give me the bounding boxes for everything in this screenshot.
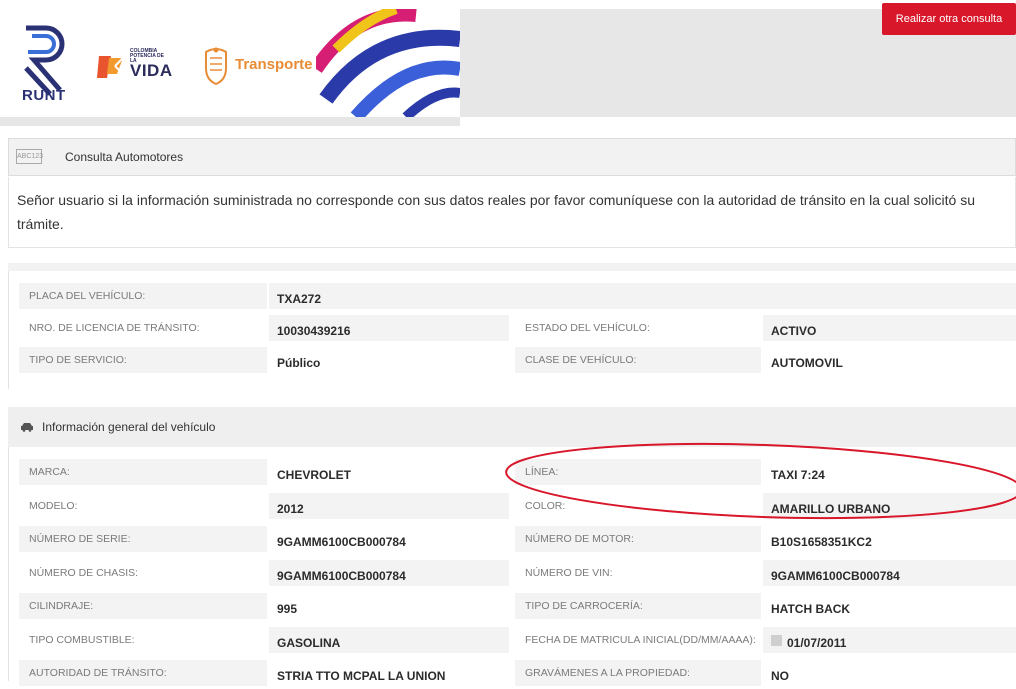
section-title: Información general del vehículo (42, 420, 216, 434)
field-label: MARCA: (29, 466, 70, 478)
page-title: Consulta Automotores (65, 150, 184, 164)
field-label: NÚMERO DE CHASIS: (29, 566, 139, 579)
table-row: AUTORIDAD DE TRÁNSITO: STRIA TTO MCPAL LA… (19, 660, 1016, 686)
field-value: AMARILLO URBANO (771, 501, 891, 516)
table-row: MODELO: 2012 COLOR: AMARILLO URBANO (19, 492, 1016, 519)
field-value: TXA272 (277, 292, 322, 306)
runt-label: RUNT (22, 87, 66, 104)
field-label: NRO. DE LICENCIA DE TRÁNSITO: (29, 322, 200, 334)
field-label: PLACA DEL VEHÍCULO: (29, 290, 146, 302)
table-row: MARCA: CHEVROLET LÍNEA: TAXI 7:24 (19, 459, 1016, 485)
field-value: Público (277, 356, 321, 370)
field-value: CHEVROLET (277, 468, 352, 482)
field-value: 995 (277, 602, 298, 616)
calendar-icon (771, 634, 782, 646)
car-icon (21, 423, 33, 432)
field-label: TIPO DE CARROCERÍA: (525, 600, 643, 612)
table-row: CILINDRAJE: 995 TIPO DE CARROCERÍA: HATCH B… (19, 593, 1016, 619)
field-value: ACTIVO (771, 324, 817, 338)
notice-text: Señor usuario si la información suminist… (17, 192, 975, 232)
header-band (0, 117, 460, 126)
field-label: ESTADO DEL VEHÍCULO: (525, 322, 650, 334)
table-row: NRO. DE LICENCIA DE TRÁNSITO: 1003043921… (19, 315, 1016, 341)
field-value: GASOLINA (277, 635, 341, 650)
consult-bar: ABC123 Consulta Automotores (8, 138, 1016, 176)
table-row: TIPO COMBUSTIBLE: GASOLINA FECHA DE MATRIC… (19, 626, 1016, 653)
field-value: 2012 (277, 501, 304, 516)
field-value: 9GAMM6100CB000784 (771, 568, 900, 583)
field-value: 01/07/2011 (787, 635, 847, 650)
notice-panel: Señor usuario si la información suminist… (8, 177, 1016, 248)
field-label: NÚMERO DE MOTOR: (525, 533, 634, 545)
field-label: CLASE DE VEHÍCULO: (525, 354, 637, 366)
field-label: LÍNEA: (525, 466, 559, 478)
field-value: TAXI 7:24 (771, 468, 825, 482)
table-row: NÚMERO DE CHASIS: 9GAMM6100CB000784 NÚMERO… (19, 559, 1016, 586)
site-header: RUNT COLOMBIA POTENCIA DE LA VIDA Transp… (0, 0, 1016, 126)
field-value: 10030439216 (277, 324, 351, 338)
field-label: FECHA DE MATRICULA INICIAL(DD/MM/AAAA): (525, 633, 756, 646)
coat-of-arms-icon (205, 47, 227, 86)
general-info-table: MARCA: CHEVROLET LÍNEA: TAXI 7:24 MODELO: 201… (8, 447, 1016, 686)
general-info-header[interactable]: Información general del vehículo (8, 407, 1016, 447)
field-value: NO (771, 669, 789, 683)
new-query-button[interactable]: Realizar otra consulta (882, 3, 1016, 35)
field-label: GRAVÁMENES A LA PROPIEDAD: (525, 667, 690, 679)
field-value: STRIA TTO MCPAL LA UNION (277, 669, 446, 683)
transporte-label: Transporte (235, 56, 313, 73)
vida-label: VIDA (130, 61, 173, 80)
table-row: PLACA DEL VEHÍCULO: TXA272 (19, 283, 1016, 309)
field-value: B10S1658351KC2 (771, 535, 872, 549)
field-value: AUTOMOVIL (771, 356, 843, 370)
field-label: MODELO: (29, 499, 78, 512)
field-value: 9GAMM6100CB000784 (277, 568, 406, 583)
field-label: CILINDRAJE: (29, 600, 94, 612)
field-label: COLOR: (525, 499, 566, 512)
summary-table: PLACA DEL VEHÍCULO: TXA272 NRO. DE LICEN… (8, 271, 1016, 389)
field-label: TIPO COMBUSTIBLE: (29, 633, 135, 646)
flag-swirl-graphic (316, 9, 460, 117)
field-label: AUTORIDAD DE TRÁNSITO: (29, 667, 167, 679)
field-label: NÚMERO DE VIN: (525, 566, 613, 579)
summary-band (8, 263, 1016, 271)
license-plate-icon: ABC123 (16, 149, 43, 164)
field-label: TIPO DE SERVICIO: (29, 354, 127, 366)
table-row: TIPO DE SERVICIO: Público CLASE DE VEHÍC… (19, 347, 1016, 373)
field-label: NÚMERO DE SERIE: (29, 533, 131, 545)
field-value: 9GAMM6100CB000784 (277, 535, 406, 549)
table-row: NÚMERO DE SERIE: 9GAMM6100CB000784 NÚMERO … (19, 526, 1016, 552)
field-value: HATCH BACK (771, 602, 851, 616)
